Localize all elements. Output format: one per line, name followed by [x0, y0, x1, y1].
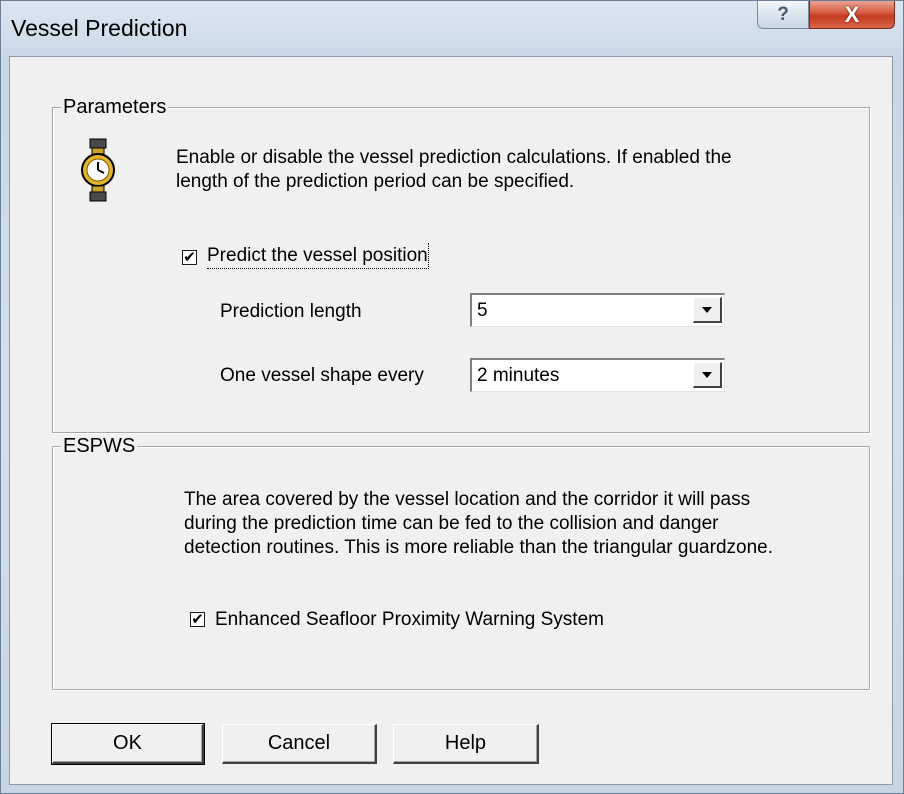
parameters-description-line2: length of the prediction period can be s… — [176, 171, 575, 192]
help-button[interactable]: Help — [393, 724, 539, 764]
shape-every-value: 2 minutes — [477, 365, 560, 386]
prediction-length-label: Prediction length — [220, 301, 362, 322]
shape-every-select[interactable]: 2 minutes — [470, 358, 725, 392]
shape-every-dropdown-button[interactable] — [693, 362, 722, 388]
check-mark-icon: ✔ — [191, 611, 204, 628]
ok-button[interactable]: OK — [51, 723, 205, 765]
enhanced-seafloor-label[interactable]: Enhanced Seafloor Proximity Warning Syst… — [215, 607, 604, 632]
chevron-down-icon — [702, 371, 712, 378]
prediction-length-value: 5 — [477, 300, 488, 321]
title-help-button[interactable]: ? — [757, 1, 809, 29]
espws-description-line2: during the prediction time can be fed to… — [184, 513, 719, 534]
parameters-group-label: Parameters — [61, 96, 169, 118]
close-icon: X — [844, 1, 860, 27]
title-close-button[interactable]: X — [809, 1, 895, 29]
cancel-button[interactable]: Cancel — [222, 724, 377, 764]
prediction-length-dropdown-button[interactable] — [693, 297, 722, 323]
dialog-client-area: Parameters Enable or disable the vessel … — [9, 56, 893, 785]
espws-description-line3: detection routines. This is more reliabl… — [184, 537, 773, 558]
shape-every-label: One vessel shape every — [220, 365, 424, 386]
espws-group: ESPWS — [52, 435, 870, 690]
title-bar-buttons: ? X — [757, 1, 895, 31]
stopwatch-icon — [81, 138, 115, 202]
espws-description-line1: The area covered by the vessel location … — [184, 489, 751, 510]
predict-position-checkbox[interactable]: ✔ — [182, 250, 197, 265]
check-mark-icon: ✔ — [183, 249, 196, 266]
parameters-description-line1: Enable or disable the vessel prediction … — [176, 147, 732, 168]
question-mark-icon: ? — [777, 3, 789, 25]
dialog-window: Vessel Prediction ? X Parameters Enable … — [0, 0, 904, 794]
predict-position-label[interactable]: Predict the vessel position — [207, 243, 429, 269]
window-title: Vessel Prediction — [11, 15, 188, 41]
chevron-down-icon — [702, 306, 712, 313]
prediction-length-select[interactable]: 5 — [470, 293, 725, 327]
enhanced-seafloor-checkbox[interactable]: ✔ — [190, 612, 205, 627]
espws-group-label: ESPWS — [61, 435, 138, 457]
